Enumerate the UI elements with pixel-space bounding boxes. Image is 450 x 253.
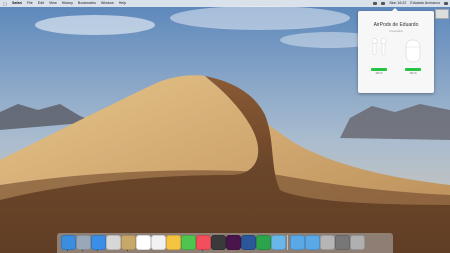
popover-subtitle: Conectados — [389, 30, 403, 33]
dock-app-activity-icon[interactable] — [211, 235, 226, 250]
airpods-case: 100 % — [395, 37, 431, 77]
earbuds-battery-label: 100 % — [375, 72, 383, 75]
dock-trash-icon[interactable] — [350, 235, 365, 250]
menu-history[interactable]: History — [62, 0, 73, 7]
airpods-icon — [371, 38, 387, 56]
battery-icon[interactable] — [381, 2, 386, 5]
dock-app-photos-icon[interactable] — [106, 235, 121, 250]
menu-edit[interactable]: Edit — [38, 0, 44, 7]
dock-app-calendar-icon[interactable] — [136, 235, 151, 250]
dock-app-photos2-icon[interactable] — [166, 235, 181, 250]
menu-window[interactable]: Window — [101, 0, 114, 7]
menu-bookmarks[interactable]: Bookmarks — [78, 0, 96, 7]
running-indicator — [202, 250, 203, 251]
dock-app-numbers-icon[interactable] — [256, 235, 271, 250]
running-indicator — [97, 250, 98, 251]
dock-file-icon[interactable] — [320, 235, 335, 250]
running-indicator — [82, 250, 83, 251]
dock — [57, 233, 393, 253]
airpods-popover: AirPods de Eduardo Conectados 100 % 100 … — [358, 8, 434, 93]
user-menu[interactable]: Eduardo Archanco — [410, 0, 440, 7]
dock-app-preview-icon[interactable] — [271, 235, 286, 250]
status-area: Mon 16:22 Eduardo Archanco — [369, 0, 448, 7]
menu-bar:  Safari File Edit View History Bookmark… — [0, 0, 450, 8]
menu-view[interactable]: View — [49, 0, 57, 7]
screenshot-thumbnail[interactable] — [435, 9, 449, 19]
dock-window-icon[interactable] — [335, 235, 350, 250]
menu-help[interactable]: Help — [119, 0, 126, 7]
airpods-case-icon — [405, 39, 421, 63]
earbuds-battery-bar — [371, 68, 387, 71]
dock-documents-icon[interactable] — [305, 235, 320, 250]
dock-app-word-icon[interactable] — [241, 235, 256, 250]
desktop:  Safari File Edit View History Bookmark… — [0, 0, 450, 253]
dock-separator — [287, 235, 288, 250]
dock-downloads-icon[interactable] — [290, 235, 305, 250]
dock-app-reminders-icon[interactable] — [151, 235, 166, 250]
airpods-earbuds: 100 % — [361, 37, 397, 77]
apple-menu-icon[interactable]:  — [3, 2, 7, 8]
dock-app-messages-icon[interactable] — [181, 235, 196, 250]
running-indicator — [67, 250, 68, 251]
menu-file[interactable]: File — [27, 0, 33, 7]
dock-app-notes-icon[interactable] — [121, 235, 136, 250]
wifi-icon[interactable] — [373, 2, 378, 5]
clock[interactable]: Mon 16:22 — [389, 0, 406, 7]
menu-app-name[interactable]: Safari — [12, 0, 22, 7]
spotlight-icon[interactable] — [444, 2, 448, 5]
dock-app-slack-icon[interactable] — [226, 235, 241, 250]
dock-app-launchpad-icon[interactable] — [76, 235, 91, 250]
case-battery-label: 100 % — [409, 72, 417, 75]
case-battery-bar — [405, 68, 421, 71]
popover-title: AirPods de Eduardo — [373, 22, 419, 28]
running-indicator — [127, 250, 128, 251]
dock-app-music-icon[interactable] — [196, 235, 211, 250]
dock-app-safari-icon[interactable] — [91, 235, 106, 250]
dock-app-finder-icon[interactable] — [61, 235, 76, 250]
